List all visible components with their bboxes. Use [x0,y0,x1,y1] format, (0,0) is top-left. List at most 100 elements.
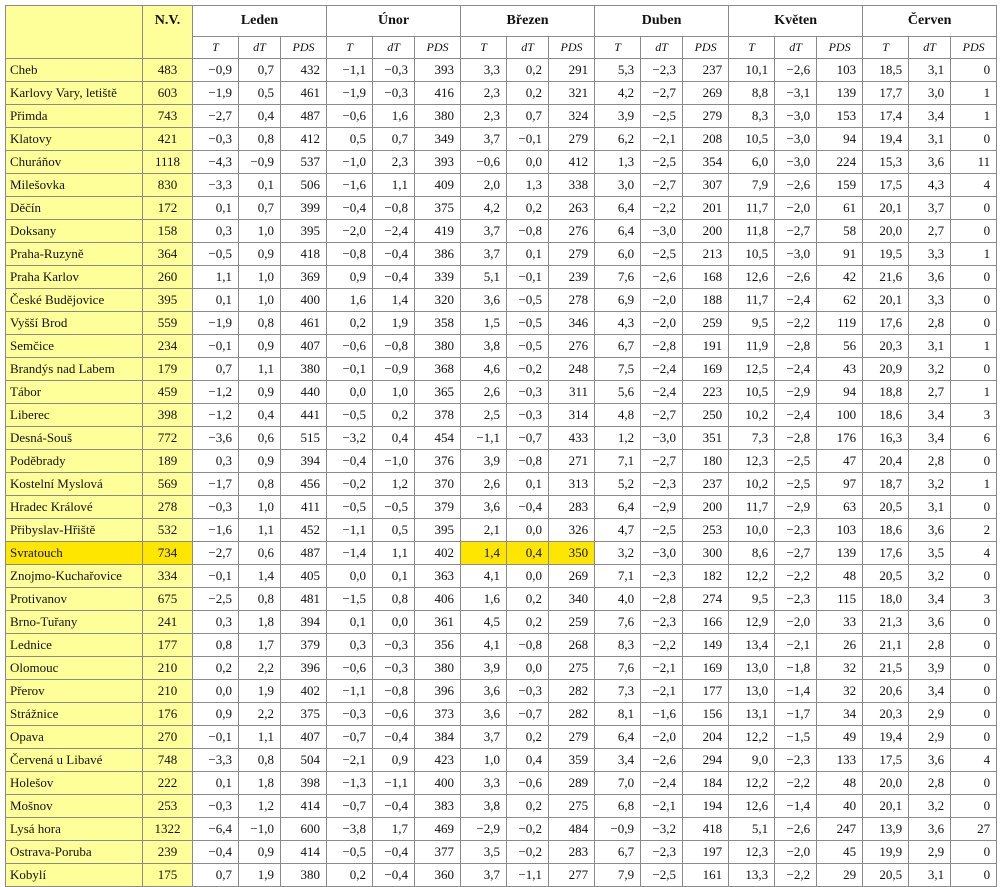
value-cell: 326 [548,518,596,542]
month-header: Leden [191,5,328,37]
value-cell: 373 [414,702,462,726]
value-cell: 0,2 [326,311,374,335]
value-cell: 166 [682,610,730,634]
value-cell: 2,3 [460,104,508,128]
value-cell: 3,7 [460,242,508,266]
value-cell: 279 [682,104,730,128]
value-cell: 359 [548,748,596,772]
value-cell: 33 [816,610,864,634]
value-cell: 0,1 [192,771,239,795]
value-cell: 274 [682,587,730,611]
value-cell: 537 [279,150,328,174]
value-cell: −2,7 [192,104,239,128]
value-cell: −0,6 [326,334,374,358]
station-name: Lednice [5,633,143,657]
value-cell: 384 [414,725,462,749]
value-cell: 291 [548,58,596,82]
value-cell: 1,0 [238,495,281,519]
value-cell: 3,6 [908,817,952,841]
value-cell: 3,6 [908,150,952,174]
value-cell: 418 [682,817,730,841]
table-row: Churáňov 1118 −4,3 −0,9 537 −1,0 2,3 393 −0,6 0,0… [5,150,998,174]
value-cell: 349 [414,127,462,151]
station-name: Praha Karlov [5,265,143,289]
value-cell: 278 [548,288,596,312]
value-cell: 377 [414,840,462,864]
value-cell: 1,1 [372,173,416,197]
value-cell: −0,3 [326,702,374,726]
value-cell: −2,3 [640,610,684,634]
value-cell: 11,7 [728,288,776,312]
value-cell: −0,4 [372,840,416,864]
station-elevation: 1118 [142,150,193,174]
table-row: Praha-Ruzyně 364 −0,5 0,9 418 −0,8 −0,4 386 3,7 0… [5,242,998,266]
value-cell: 4,1 [460,564,508,588]
table-row: Liberec 398 −1,2 0,4 441 −0,5 0,2 378 2,5 −0,3 314… [5,403,998,427]
value-cell: 0,4 [506,748,550,772]
value-cell: 4,8 [594,403,642,427]
value-cell: 398 [279,771,328,795]
value-cell: 1 [950,104,998,128]
value-cell: −0,9 [192,58,239,82]
station-elevation: 569 [142,472,193,496]
value-cell: 6,0 [594,242,642,266]
value-cell: −0,3 [372,81,416,105]
value-cell: 1 [950,472,998,496]
value-cell: 6,4 [594,495,642,519]
value-cell: 3 [950,403,998,427]
table-row: České Budějovice 395 0,1 1,0 400 1,6 1,4 320 3,6… [5,288,998,312]
value-cell: −2,3 [774,587,818,611]
value-cell: 340 [548,587,596,611]
value-cell: 5,3 [594,58,642,82]
value-cell: 0,5 [238,81,281,105]
value-cell: −1,1 [326,58,374,82]
value-cell: 3,6 [460,495,508,519]
value-cell: 6,7 [594,840,642,864]
value-cell: 418 [279,242,328,266]
value-cell: −2,5 [640,104,684,128]
value-cell: −2,2 [774,311,818,335]
value-cell: 380 [414,104,462,128]
value-cell: 247 [816,817,864,841]
value-cell: −3,0 [774,242,818,266]
value-cell: −2,2 [774,771,818,795]
value-cell: 481 [279,587,328,611]
value-cell: 3,1 [908,334,952,358]
sub-header-pds: PDS [279,36,328,59]
value-cell: −0,2 [506,357,550,381]
value-cell: −2,1 [326,748,374,772]
value-cell: 380 [279,863,328,887]
value-cell: −0,2 [506,817,550,841]
value-cell: 10,0 [728,518,776,542]
value-cell: 119 [816,311,864,335]
value-cell: 1,3 [506,173,550,197]
value-cell: 314 [548,403,596,427]
value-cell: 8,8 [728,81,776,105]
value-cell: 20,4 [862,449,910,473]
value-cell: 484 [548,817,596,841]
value-cell: 440 [279,380,328,404]
value-cell: −2,7 [640,173,684,197]
value-cell: −2,0 [774,840,818,864]
value-cell: 268 [548,633,596,657]
value-cell: 2,8 [908,771,952,795]
value-cell: 3,2 [908,794,952,818]
value-cell: 7,6 [594,265,642,289]
value-cell: −0,4 [372,242,416,266]
value-cell: 21,3 [862,610,910,634]
value-cell: 12,6 [728,794,776,818]
value-cell: 9,0 [728,748,776,772]
value-cell: 63 [816,495,864,519]
station-elevation: 179 [142,357,193,381]
value-cell: 1,9 [238,863,281,887]
value-cell: −0,7 [506,426,550,450]
value-cell: 0,7 [238,196,281,220]
value-cell: −3,0 [640,426,684,450]
value-cell: 18,0 [862,587,910,611]
station-elevation: 260 [142,265,193,289]
value-cell: 6,4 [594,196,642,220]
value-cell: 3,4 [908,426,952,450]
value-cell: 0,0 [192,679,239,703]
value-cell: 0 [950,610,998,634]
value-cell: 0,2 [372,403,416,427]
